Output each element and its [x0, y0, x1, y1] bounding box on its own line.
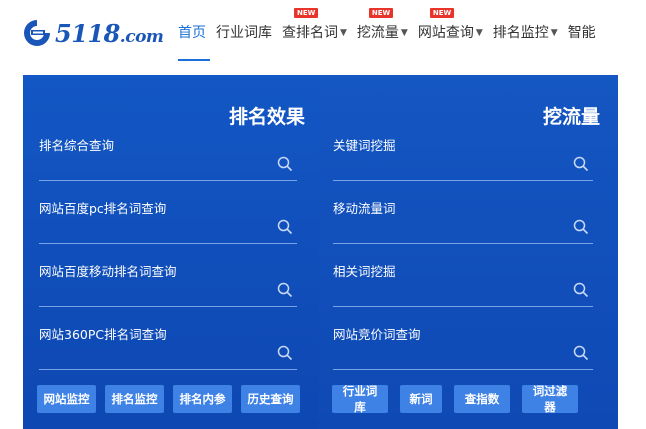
search-icon[interactable] — [573, 345, 589, 361]
search-icon[interactable] — [573, 282, 589, 298]
keyword-mining-input[interactable] — [333, 153, 593, 179]
query-label: 移动流量词 — [333, 201, 396, 216]
site-logo[interactable]: 5118.com — [22, 18, 164, 48]
caret-down-icon: ▼ — [340, 28, 347, 38]
word-filter-button[interactable]: 词过滤器 — [522, 385, 578, 414]
new-badge: NEW — [368, 8, 394, 18]
top-navigation: 5118.com 首页 行业词库 NEW 查排名词 ▼ NEW 挖流量 ▼ NEW … — [0, 0, 646, 62]
ranking-button-row: 网站监控 排名监控 排名内参 历史查询 — [37, 385, 309, 413]
search-icon[interactable] — [573, 219, 589, 235]
traffic-panel: 挖流量 关键词挖掘 移动流量词 相关词挖掘 网站竞价词查询 行业词库 新词 查指… — [319, 75, 618, 429]
input-underline — [333, 306, 593, 307]
input-underline — [39, 369, 297, 370]
traffic-query-related-words: 相关词挖掘 — [333, 261, 593, 319]
traffic-query-mobile-words: 移动流量词 — [333, 198, 593, 256]
caret-down-icon: ▼ — [550, 28, 558, 38]
query-label: 网站竞价词查询 — [333, 327, 421, 342]
input-underline — [333, 180, 593, 181]
query-label: 网站百度移动排名词查询 — [39, 264, 177, 279]
nav-item-label: 行业词库 — [216, 25, 272, 41]
query-label: 网站360PC排名词查询 — [39, 327, 167, 342]
search-icon[interactable] — [277, 345, 293, 361]
new-words-button[interactable]: 新词 — [400, 385, 442, 413]
main-menu: 首页 行业词库 NEW 查排名词 ▼ NEW 挖流量 ▼ NEW 网站查询 ▼ 排名监… — [178, 0, 606, 62]
caret-down-icon: ▼ — [475, 28, 483, 38]
history-query-button[interactable]: 历史查询 — [241, 385, 300, 413]
logo-text: 5118.com — [55, 18, 164, 48]
new-badge: NEW — [294, 8, 319, 18]
panel-title: 挖流量 — [542, 106, 600, 128]
logo-brand: 5118 — [55, 18, 120, 48]
ranking-query-baidu-mobile: 网站百度移动排名词查询 — [39, 261, 297, 319]
search-icon[interactable] — [277, 219, 293, 235]
new-badge: NEW — [429, 8, 455, 18]
search-icon[interactable] — [573, 156, 589, 172]
input-underline — [333, 369, 593, 370]
rank-monitor-button[interactable]: 排名监控 — [105, 385, 164, 413]
logo-mark-icon — [24, 20, 50, 46]
mobile-traffic-input[interactable] — [333, 216, 593, 242]
input-underline — [39, 243, 297, 244]
related-words-input[interactable] — [333, 279, 593, 305]
query-label: 关键词挖掘 — [333, 138, 396, 153]
panel-title: 排名效果 — [228, 106, 305, 128]
caret-down-icon: ▼ — [400, 28, 408, 38]
nav-item-label: 挖流量 — [356, 25, 399, 41]
ranking-360-pc-input[interactable] — [39, 342, 297, 368]
query-label: 网站百度pc排名词查询 — [39, 201, 167, 216]
nav-item-home[interactable]: 首页 — [178, 20, 206, 42]
ranking-query-baidu-pc: 网站百度pc排名词查询 — [39, 198, 297, 256]
search-icon[interactable] — [277, 156, 293, 172]
nav-item-site-query[interactable]: NEW 网站查询 ▼ — [417, 8, 483, 42]
bid-words-input[interactable] — [333, 342, 593, 368]
query-label: 排名综合查询 — [39, 138, 115, 153]
nav-item-rank-words[interactable]: NEW 查排名词 ▼ — [282, 8, 347, 42]
tool-panels: 排名效果 排名综合查询 网站百度pc排名词查询 网站百度移动排名词查询 网站36… — [23, 75, 618, 429]
nav-item-label: 首页 — [178, 25, 206, 41]
logo-domain: .com — [119, 26, 164, 47]
nav-item-industry-words[interactable]: 行业词库 — [216, 20, 272, 42]
ranking-panel: 排名效果 排名综合查询 网站百度pc排名词查询 网站百度移动排名词查询 网站36… — [23, 75, 321, 429]
ranking-query-combined: 排名综合查询 — [39, 135, 297, 193]
input-underline — [39, 306, 297, 307]
input-underline — [39, 180, 297, 181]
traffic-button-row: 行业词库 新词 查指数 词过滤器 — [332, 385, 590, 414]
active-nav-underline — [178, 59, 210, 61]
ranking-combined-input[interactable] — [39, 153, 297, 179]
nav-item-traffic[interactable]: NEW 挖流量 ▼ — [356, 8, 408, 42]
nav-item-label: 网站查询 — [417, 25, 474, 41]
traffic-query-bid-words: 网站竞价词查询 — [333, 324, 593, 382]
ranking-query-360-pc: 网站360PC排名词查询 — [39, 324, 297, 382]
nav-item-label: 查排名词 — [282, 25, 338, 41]
ranking-baidu-mobile-input[interactable] — [39, 279, 297, 305]
industry-words-button[interactable]: 行业词库 — [332, 385, 388, 414]
query-label: 相关词挖掘 — [333, 264, 396, 279]
nav-item-label: 智能 — [567, 25, 596, 41]
check-index-button[interactable]: 查指数 — [454, 385, 510, 413]
search-icon[interactable] — [277, 282, 293, 298]
input-underline — [333, 243, 593, 244]
site-monitor-button[interactable]: 网站监控 — [37, 385, 96, 413]
traffic-query-keyword-mining: 关键词挖掘 — [333, 135, 593, 193]
nav-item-smart[interactable]: 智能 — [568, 20, 596, 42]
nav-item-label: 排名监控 — [492, 25, 549, 41]
ranking-baidu-pc-input[interactable] — [39, 216, 297, 242]
nav-item-rank-monitor[interactable]: 排名监控 ▼ — [493, 20, 558, 42]
rank-insight-button[interactable]: 排名内参 — [173, 385, 232, 413]
